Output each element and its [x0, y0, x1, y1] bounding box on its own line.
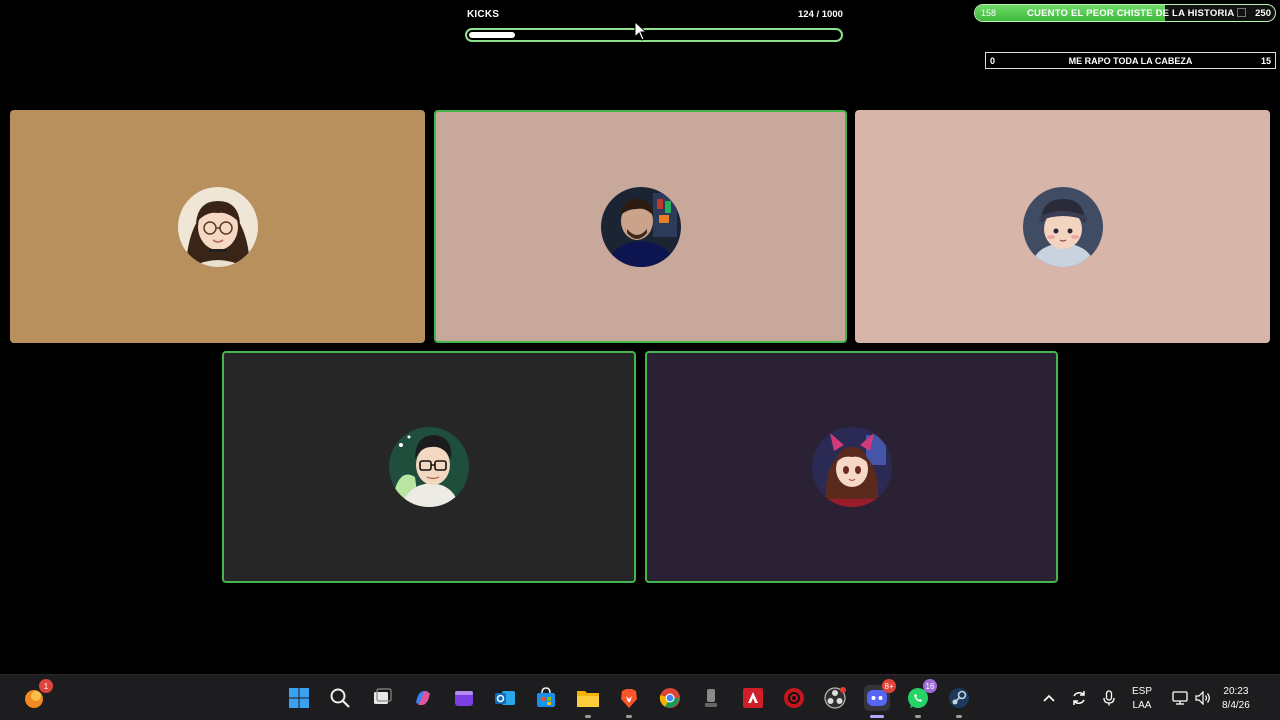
- active-indicator: [870, 715, 884, 718]
- microphone-icon[interactable]: [1100, 675, 1118, 720]
- discord-icon[interactable]: 8+: [864, 679, 896, 718]
- taskbar: 1 8+ 16 ESP LAA 20:23 8/4/26: [0, 674, 1280, 720]
- running-indicator: [585, 715, 591, 718]
- widgets-badge: 1: [39, 679, 53, 693]
- microphone-app-icon[interactable]: [698, 685, 724, 711]
- store-icon[interactable]: [533, 685, 559, 711]
- copilot-icon[interactable]: [410, 685, 436, 711]
- avatar-boy-cap: [1022, 186, 1103, 267]
- clipchamp-icon[interactable]: [451, 685, 477, 711]
- goal-checkbox: [1237, 8, 1246, 17]
- whatsapp-badge: 16: [923, 679, 937, 693]
- steam-icon[interactable]: [946, 685, 972, 718]
- goal-title: CUENTO EL PEOR CHISTE DE LA HISTORIA: [1027, 8, 1235, 19]
- network-icon[interactable]: [1170, 675, 1190, 720]
- avatar-girl-cat-ears: [811, 427, 892, 507]
- task-view-icon[interactable]: [369, 685, 395, 711]
- participant-tile[interactable]: [645, 351, 1058, 583]
- participant-tile[interactable]: [855, 110, 1270, 343]
- kicks-progress-bar: [465, 28, 843, 42]
- clock[interactable]: 20:23 8/4/26: [1222, 685, 1250, 713]
- amd-icon[interactable]: [740, 685, 766, 711]
- volume-icon[interactable]: [1193, 675, 1213, 720]
- goal-current: 158: [981, 8, 997, 18]
- outlook-icon[interactable]: [492, 685, 518, 711]
- widgets-icon[interactable]: 1: [21, 679, 53, 711]
- participant-tile[interactable]: [434, 110, 847, 343]
- participant-tile[interactable]: [10, 110, 425, 343]
- running-indicator: [956, 715, 962, 718]
- avatar-woman-glasses: [177, 186, 258, 267]
- mouse-cursor-icon: [634, 21, 648, 41]
- clock-time: 20:23: [1223, 686, 1249, 697]
- avatar-man-glasses: [389, 427, 469, 507]
- language-top: ESP: [1132, 686, 1153, 697]
- avatar-man-photo: [600, 186, 681, 267]
- participant-tile[interactable]: [222, 351, 636, 583]
- search-icon[interactable]: [327, 685, 353, 711]
- kicks-progress-fill: [469, 32, 515, 38]
- antivirus-icon[interactable]: [781, 685, 807, 711]
- running-indicator: [626, 715, 632, 718]
- obs-icon[interactable]: [822, 685, 848, 711]
- sync-icon[interactable]: [1068, 675, 1090, 720]
- language-bottom: LAA: [1132, 700, 1152, 711]
- goal-max: 250: [1255, 8, 1271, 19]
- windows-start-icon[interactable]: [286, 685, 312, 711]
- file-explorer-icon[interactable]: [575, 685, 601, 718]
- challenge-counter: 0 ME RAPO TODA LA CABEZA 15: [985, 52, 1276, 69]
- counter-title: ME RAPO TODA LA CABEZA: [1068, 56, 1193, 66]
- clock-date: 8/4/26: [1222, 700, 1250, 711]
- brave-icon[interactable]: [616, 685, 642, 718]
- chevron-up-icon[interactable]: [1040, 675, 1058, 720]
- chrome-icon[interactable]: [657, 685, 683, 711]
- goal-progress-bar: 158 CUENTO EL PEOR CHISTE DE LA HISTORIA…: [974, 4, 1276, 22]
- counter-right: 15: [1260, 56, 1271, 66]
- kicks-count: 124 / 1000: [798, 9, 843, 20]
- discord-badge: 8+: [882, 679, 896, 693]
- whatsapp-icon[interactable]: 16: [905, 679, 937, 718]
- language-indicator[interactable]: ESP LAA: [1132, 685, 1152, 713]
- kicks-label: KICKS: [467, 9, 500, 20]
- running-indicator: [915, 715, 921, 718]
